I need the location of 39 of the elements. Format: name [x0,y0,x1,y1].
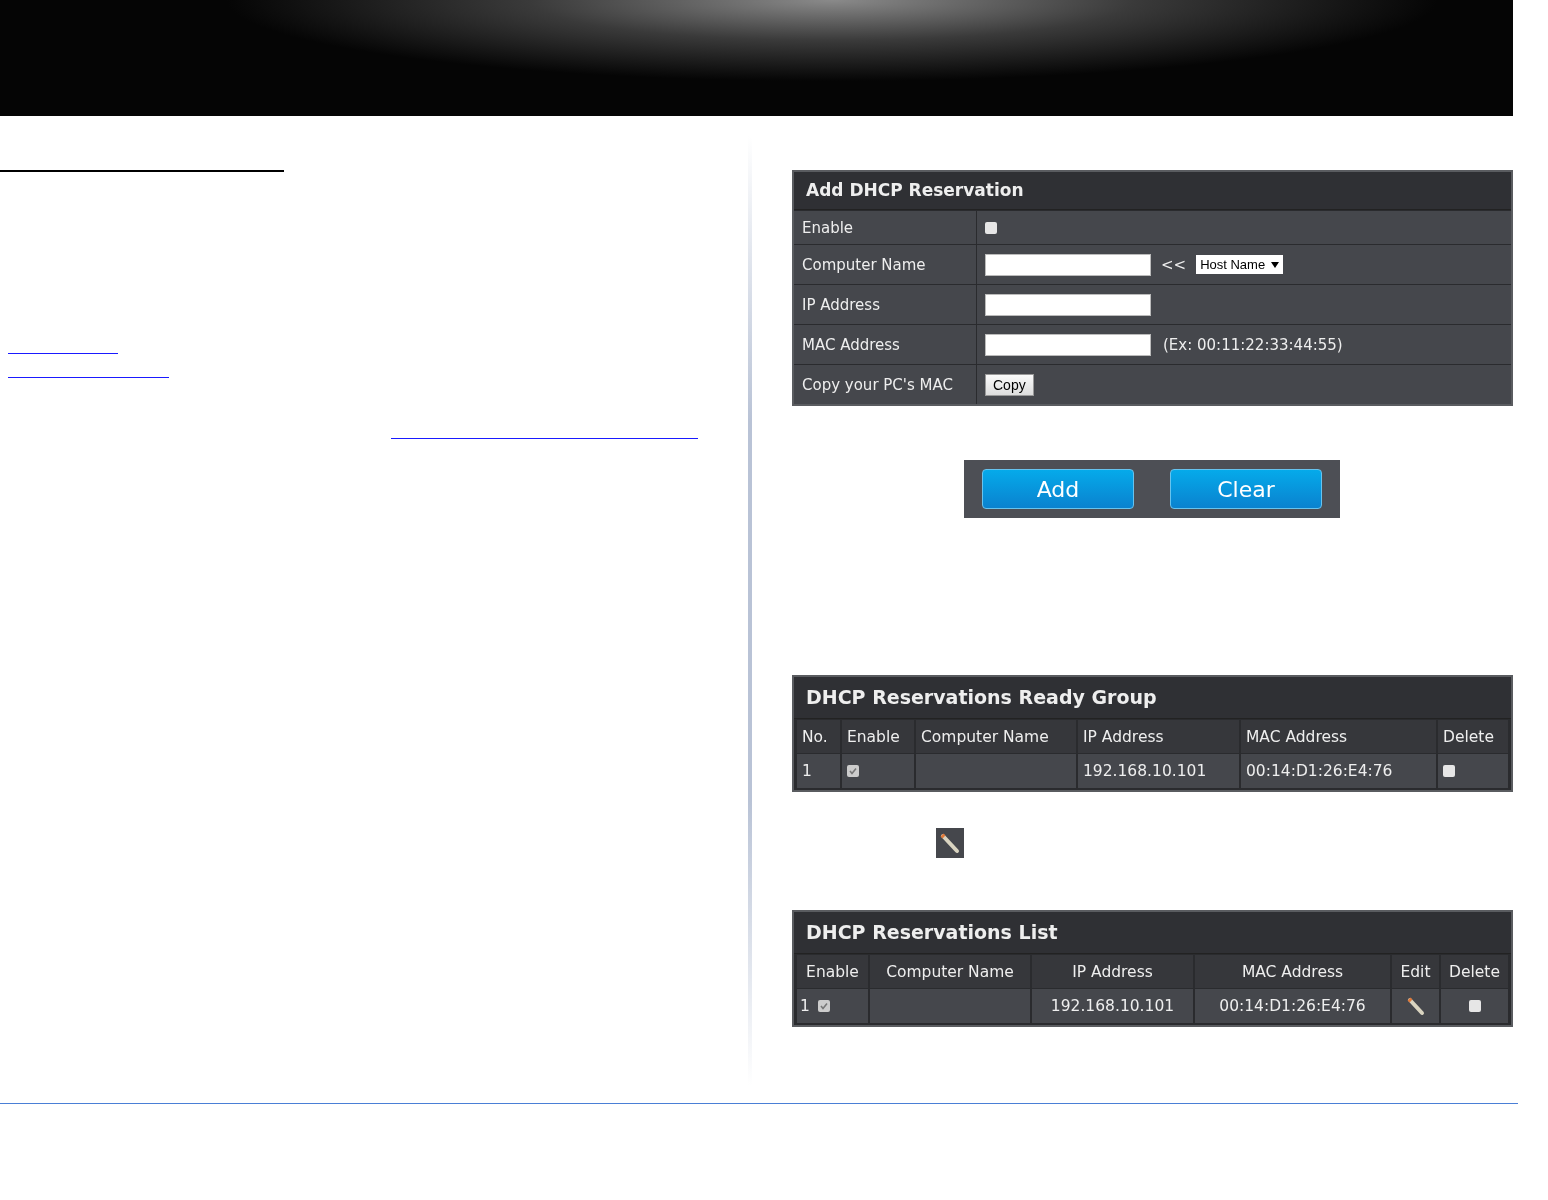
text-input[interactable] [985,293,1151,316]
panel-title: Add DHCP Reservation [794,172,1511,210]
column-header: Computer Name [916,720,1076,753]
column-header: IP Address [1078,720,1239,753]
field-label: Computer Name [794,245,977,284]
table-cell: 00:14:D1:26:E4:76 [1241,754,1436,788]
text-input[interactable] [985,253,1151,276]
column-header: Edit [1392,955,1439,988]
column-header: Delete [1438,720,1508,753]
panel-title: DHCP Reservations List [794,912,1511,954]
panel-title: DHCP Reservations Ready Group [794,677,1511,719]
field-label: IP Address [794,285,977,324]
column-header: IP Address [1032,955,1193,988]
field-label: Enable [794,211,977,244]
text-input[interactable] [985,333,1151,356]
column-header: Delete [1441,955,1508,988]
column-header: MAC Address [1241,720,1436,753]
separator-arrows: << [1161,255,1187,274]
table-cell: 00:14:D1:26:E4:76 [1195,989,1390,1023]
delete-checkbox[interactable] [1468,1000,1481,1012]
field-label: MAC Address [794,325,977,364]
column-header: No. [797,720,840,753]
column-header: MAC Address [1195,955,1390,988]
row-number: 1 [800,997,810,1015]
format-hint: (Ex: 00:11:22:33:44:55) [1163,335,1343,354]
table-cell: 192.168.10.101 [1032,989,1193,1023]
caret-icon [1271,261,1280,268]
pencil-icon [936,828,964,858]
delete-checkbox[interactable] [1443,765,1455,777]
copy-button[interactable]: Copy [985,373,1034,396]
table-cell: 192.168.10.101 [1078,754,1239,788]
column-header: Computer Name [870,955,1030,988]
column-header: Enable [842,720,914,753]
field-label: Copy your PC's MAC [794,365,977,404]
pencil-icon[interactable] [1405,996,1426,1016]
host-name-dropdown[interactable]: Host Name [1196,255,1284,274]
table-cell: 1 [797,754,840,788]
column-header: Enable [797,955,868,988]
enable-checkbox[interactable] [985,221,997,234]
